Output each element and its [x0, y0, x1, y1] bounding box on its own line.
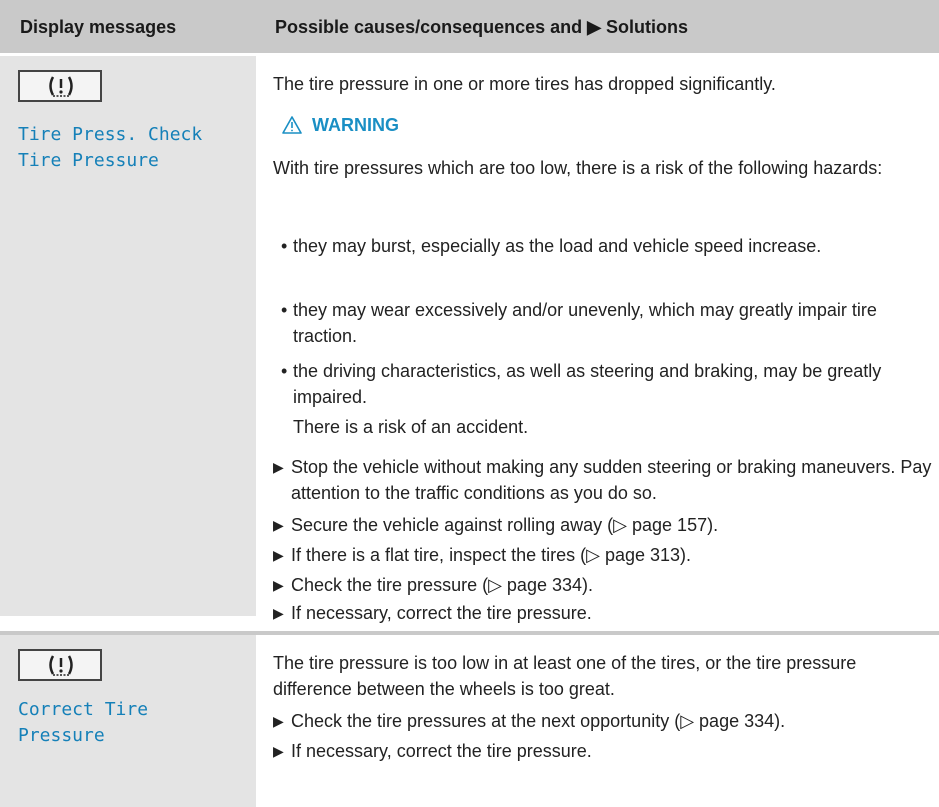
step-item: ▶ If there is a flat tire, inspect the ti… — [273, 542, 938, 568]
step-item: ▶ If necessary, correct the tire pressure… — [273, 600, 938, 626]
step-item: ▶ Secure the vehicle against rolling away… — [273, 512, 938, 538]
list-item: • they may burst, especially as the load … — [281, 236, 822, 256]
display-message-line: Tire Pressure — [18, 150, 159, 171]
step-item: ▶ Check the tire pressure (▷ page 334). — [273, 572, 938, 598]
arrow-right-icon: ▶ — [273, 459, 284, 475]
header-display-messages: Display messages — [20, 17, 177, 37]
arrow-right-icon: ▶ — [273, 743, 284, 759]
tire-pressure-warning-icon — [18, 649, 102, 681]
list-item: • they may wear excessively and/or uneven… — [281, 300, 877, 346]
row1-display-cell: Tire Press. Check Tire Pressure — [0, 56, 256, 616]
display-message-line: Tire Press. Check — [18, 124, 203, 145]
warning-heading: WARNING — [282, 115, 399, 136]
list-item: • the driving characteristics, as well as… — [281, 361, 882, 407]
header-causes-solutions: Possible causes/consequences and ▶ Solut… — [275, 17, 688, 37]
display-message-line: Correct Tire — [18, 699, 149, 720]
manual-page: Display messages Possible causes/consequ… — [0, 0, 939, 807]
row2-intro-text: The tire pressure is too low in at least… — [273, 653, 857, 699]
row1-intro-text: The tire pressure in one or more tires h… — [273, 74, 776, 94]
warning-label: WARNING — [312, 115, 399, 135]
tire-pressure-warning-icon — [18, 70, 102, 102]
row2-display-cell: Correct Tire Pressure — [0, 635, 256, 807]
warning-text: With tire pressures which are too low, t… — [273, 158, 883, 178]
step-item: ▶ If necessary, correct the tire pressure… — [273, 738, 938, 764]
step-item: ▶ Check the tire pressures at the next op… — [273, 708, 938, 734]
accident-note: There is a risk of an accident. — [293, 417, 529, 437]
step-item: ▶ Stop the vehicle without making any sud… — [273, 454, 938, 506]
display-message-line: Pressure — [18, 725, 105, 746]
warning-triangle-icon — [282, 116, 302, 134]
arrow-right-icon: ▶ — [273, 547, 284, 563]
arrow-right-icon: ▶ — [273, 713, 284, 729]
arrow-right-icon: ▶ — [273, 577, 284, 593]
arrow-right-icon: ▶ — [273, 517, 284, 533]
table-header: Display messages Possible causes/consequ… — [0, 0, 939, 53]
arrow-right-icon: ▶ — [273, 605, 284, 621]
